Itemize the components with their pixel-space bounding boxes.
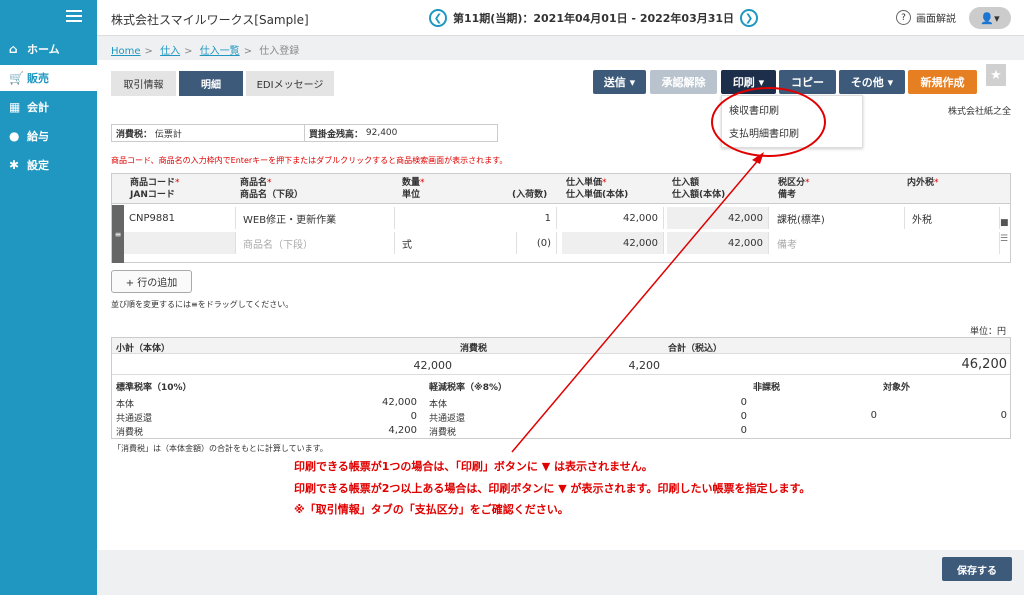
- save-button[interactable]: 保存する: [942, 557, 1012, 581]
- annotation-arrow: [511, 152, 764, 453]
